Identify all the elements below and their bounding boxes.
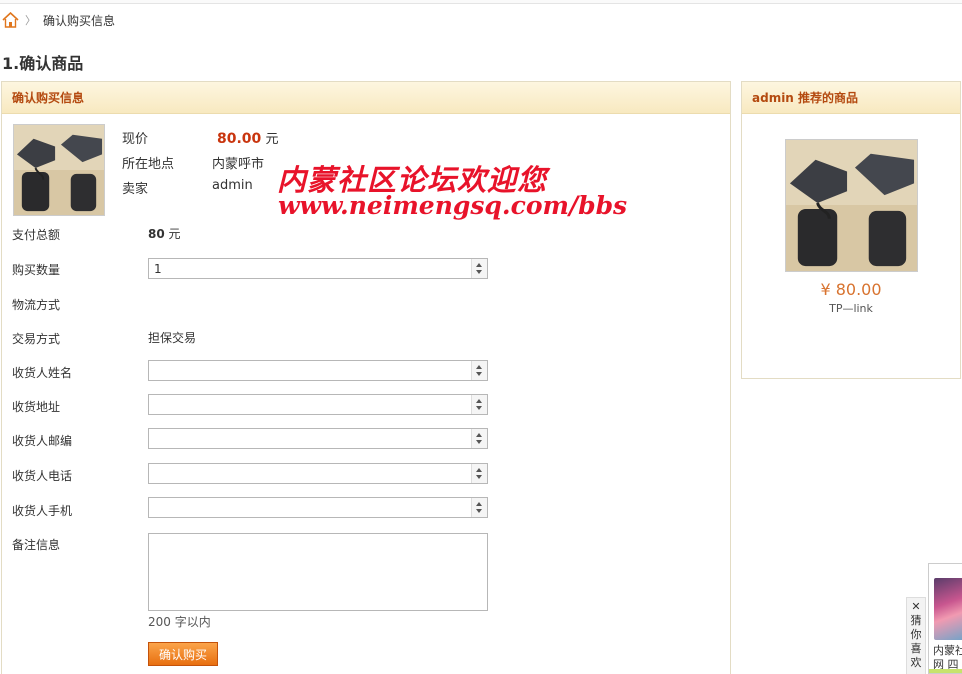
quantity-stepper[interactable]: [148, 258, 488, 279]
confirm-purchase-button[interactable]: 确认购买: [148, 642, 218, 666]
receiver-address-input[interactable]: [149, 395, 471, 414]
receiver-mobile-input[interactable]: [149, 498, 471, 517]
spin-up-icon[interactable]: [476, 263, 482, 267]
receiver-phone-label: 收货人电话: [12, 469, 73, 483]
watermark-url: www.neimengsq.com/bbs: [278, 191, 628, 220]
ad-bottom-bar: [929, 669, 962, 673]
receiver-name-input[interactable]: [149, 361, 471, 380]
ad-card[interactable]: 内蒙社 网 四: [928, 563, 962, 674]
price-value: 80.00: [217, 131, 262, 147]
spin-down-icon[interactable]: [476, 372, 482, 376]
recommended-title: admin 推荐的商品: [742, 82, 960, 114]
recommended-price: ¥ 80.00: [820, 280, 882, 299]
panel-title: 确认购买信息: [2, 82, 730, 114]
note-textarea[interactable]: [148, 533, 488, 611]
breadcrumb-current: 确认购买信息: [43, 13, 116, 28]
price-row: 现价 80.00 元: [2, 128, 302, 147]
location-row: 所在地点 内蒙呼市: [2, 153, 302, 172]
seller-value[interactable]: admin: [212, 178, 253, 193]
trade-label: 交易方式: [12, 332, 61, 346]
seller-row: 卖家 admin: [2, 178, 302, 197]
spin-up-icon[interactable]: [476, 468, 482, 472]
receiver-zip-spinner[interactable]: [471, 429, 487, 448]
breadcrumb: 〉 确认购买信息: [2, 11, 115, 29]
trade-value: 担保交易: [148, 331, 197, 345]
ad-vertical-text-1: 猜: [910, 614, 922, 627]
recommended-product-image[interactable]: [785, 139, 918, 272]
spin-up-icon[interactable]: [476, 502, 482, 506]
spin-up-icon[interactable]: [476, 365, 482, 369]
receiver-mobile-label: 收货人手机: [12, 504, 73, 518]
receiver-address-field[interactable]: [148, 394, 488, 415]
note-label: 备注信息: [12, 538, 61, 552]
total-value: 80: [148, 227, 165, 241]
price-label: 现价: [122, 132, 149, 147]
ad-image[interactable]: [934, 578, 962, 640]
recommended-name[interactable]: TP—link: [742, 302, 960, 315]
receiver-phone-input[interactable]: [149, 464, 471, 483]
total-value-group: 80 元: [148, 225, 181, 242]
ad-caption-line-1: 内蒙社: [933, 644, 962, 657]
spin-down-icon[interactable]: [476, 475, 482, 479]
note-limit: 200 字以内: [148, 615, 211, 629]
spin-down-icon[interactable]: [476, 270, 482, 274]
receiver-name-field[interactable]: [148, 360, 488, 381]
receiver-mobile-spinner[interactable]: [471, 498, 487, 517]
spin-up-icon[interactable]: [476, 433, 482, 437]
receiver-address-label: 收货地址: [12, 400, 61, 414]
ad-vertical-text-2: 你: [910, 628, 922, 641]
quantity-spinner[interactable]: [471, 259, 487, 278]
location-label: 所在地点: [122, 157, 175, 172]
close-icon[interactable]: ✕: [907, 600, 925, 614]
price-row-value: 80.00 元: [217, 128, 278, 147]
spin-down-icon[interactable]: [476, 406, 482, 410]
receiver-phone-spinner[interactable]: [471, 464, 487, 483]
quantity-label: 购买数量: [12, 263, 61, 277]
ad-caption: 内蒙社 网 四: [933, 644, 962, 672]
receiver-phone-field[interactable]: [148, 463, 488, 484]
ad-vertical-text-4: 欢: [910, 656, 922, 669]
price-unit: 元: [265, 132, 279, 147]
spin-down-icon[interactable]: [476, 509, 482, 513]
home-icon[interactable]: [2, 11, 19, 28]
ad-vertical-text-3: 喜: [910, 642, 922, 655]
receiver-zip-label: 收货人邮编: [12, 434, 73, 448]
spin-up-icon[interactable]: [476, 399, 482, 403]
seller-label: 卖家: [122, 182, 149, 197]
total-unit: 元: [168, 227, 181, 241]
receiver-zip-field[interactable]: [148, 428, 488, 449]
receiver-name-label: 收货人姓名: [12, 366, 73, 380]
recommended-panel: admin 推荐的商品 ¥ 80.00 TP—link: [741, 81, 961, 379]
total-label: 支付总额: [12, 228, 61, 242]
quantity-input[interactable]: [149, 259, 471, 278]
receiver-name-spinner[interactable]: [471, 361, 487, 380]
floating-ad[interactable]: ✕ 猜 你 喜 欢 内蒙社 网 四: [906, 563, 962, 674]
chevron-right-icon: 〉: [25, 14, 36, 27]
ad-close-button[interactable]: ✕ 猜 你 喜 欢: [906, 597, 926, 674]
logistics-label: 物流方式: [12, 298, 61, 312]
receiver-zip-input[interactable]: [149, 429, 471, 448]
location-value: 内蒙呼市: [212, 157, 265, 172]
receiver-address-spinner[interactable]: [471, 395, 487, 414]
spin-down-icon[interactable]: [476, 440, 482, 444]
page-title: 1.确认商品: [2, 54, 84, 73]
receiver-mobile-field[interactable]: [148, 497, 488, 518]
top-border: [0, 0, 962, 4]
